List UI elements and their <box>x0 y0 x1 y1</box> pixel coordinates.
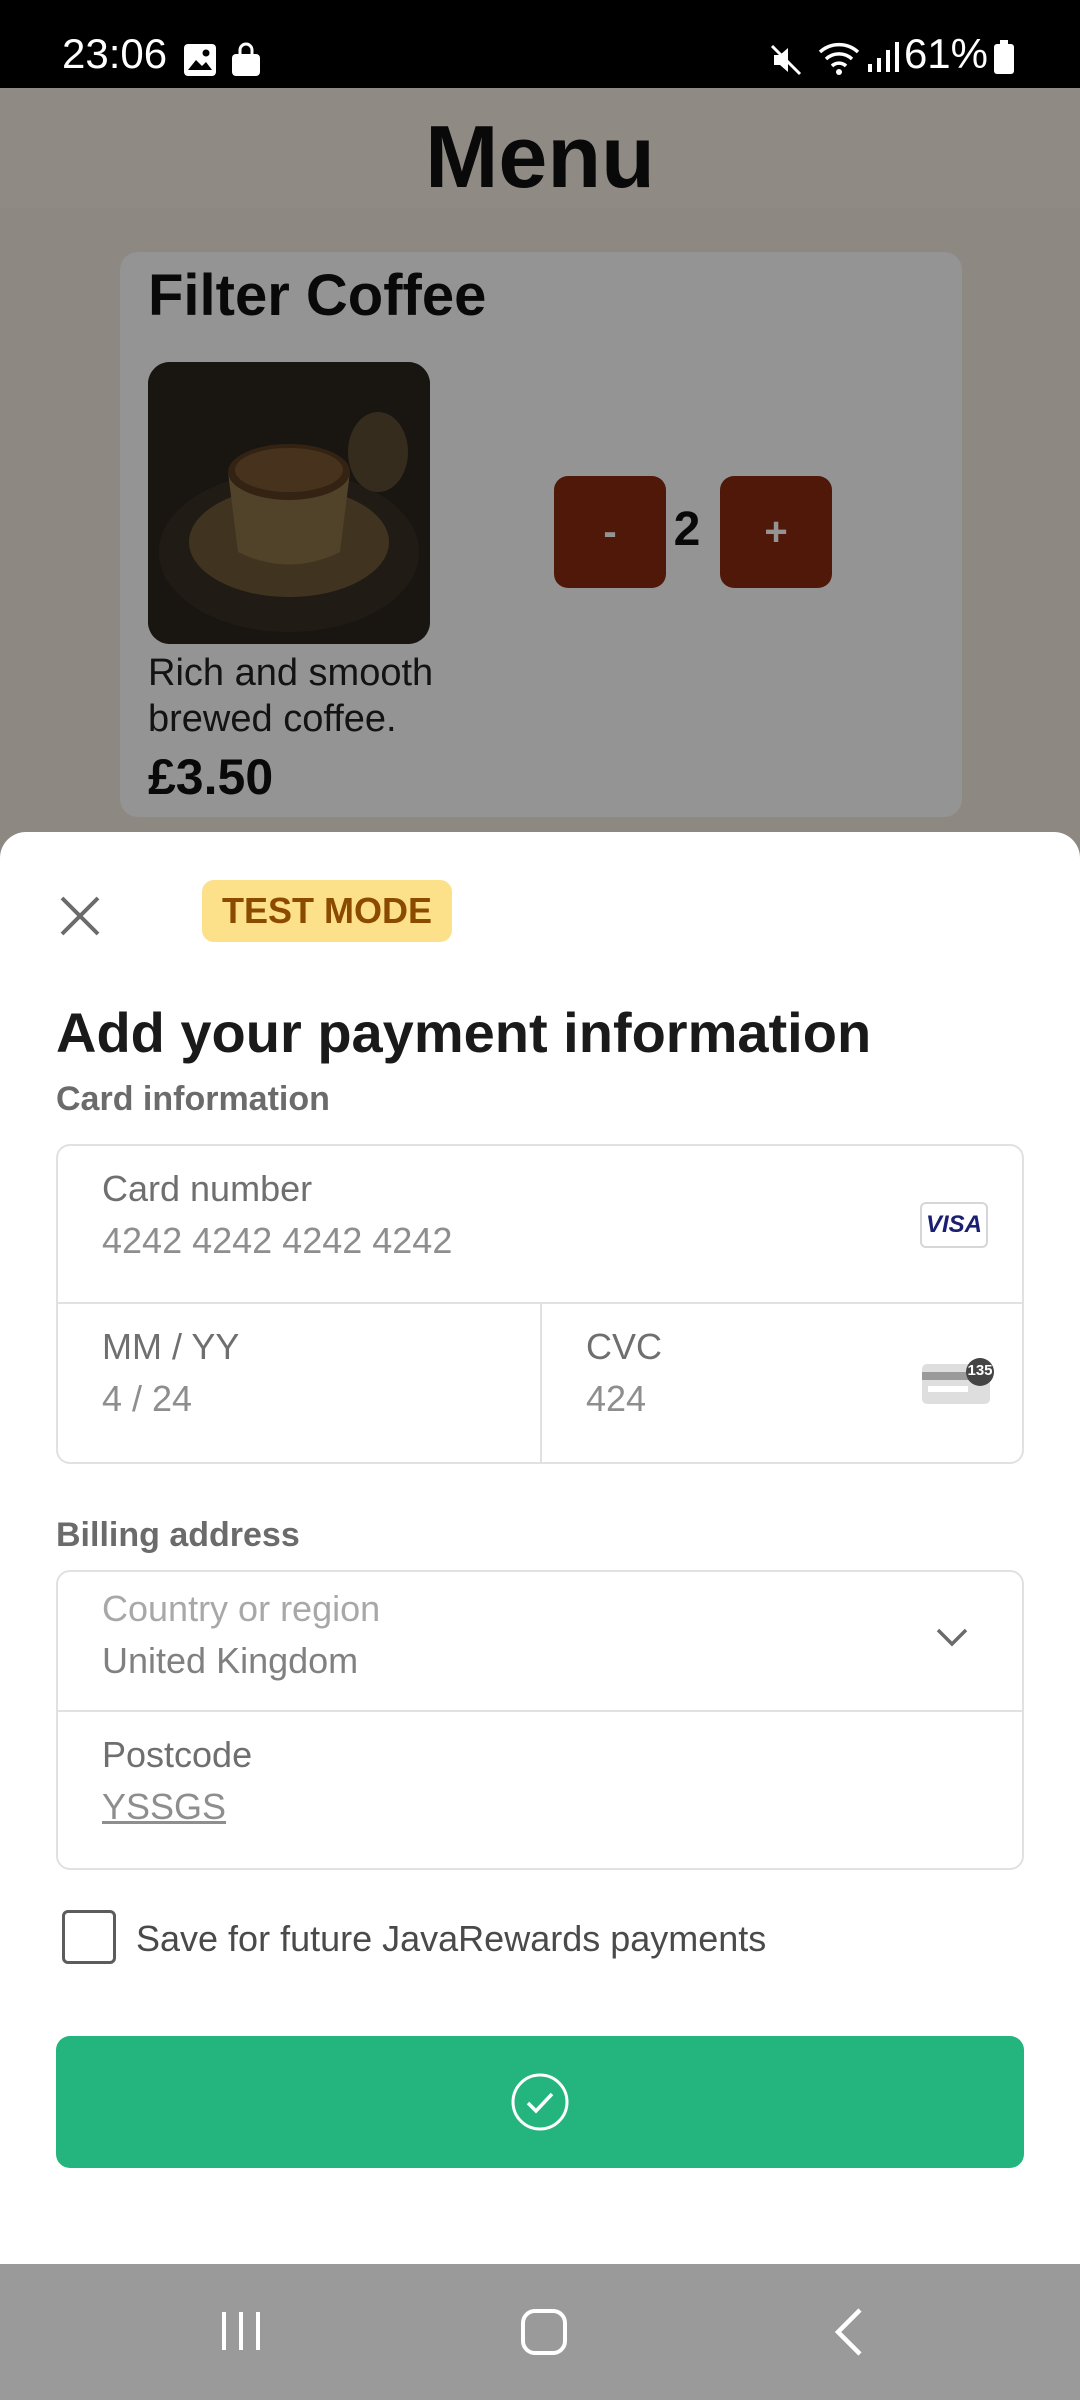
check-circle-icon <box>511 2073 569 2131</box>
save-payment-checkbox[interactable] <box>62 1910 116 1964</box>
cvc-value: 424 <box>586 1378 647 1419</box>
confirm-payment-button[interactable] <box>56 2036 1024 2168</box>
country-select[interactable]: Country or region United Kingdom <box>58 1572 1022 1710</box>
billing-address-group: Country or region United Kingdom Postcod… <box>56 1570 1024 1870</box>
bag-icon <box>228 42 264 83</box>
country-label: Country or region <box>102 1588 381 1629</box>
visa-icon: VISA <box>920 1202 988 1248</box>
status-time: 23:06 <box>62 30 168 77</box>
postcode-value: YSSGS <box>102 1786 227 1827</box>
signal-icon <box>866 40 900 79</box>
back-icon[interactable] <box>826 2306 876 2363</box>
card-number-field[interactable]: Card number 4242 4242 4242 4242 VISA <box>58 1146 1022 1302</box>
test-mode-badge: TEST MODE <box>202 880 453 942</box>
home-icon[interactable] <box>518 2306 570 2363</box>
close-icon <box>60 896 100 936</box>
close-button[interactable] <box>52 888 108 944</box>
chevron-down-icon <box>934 1626 970 1655</box>
cvc-card-icon-text: 135 <box>967 1362 993 1379</box>
gallery-icon <box>182 42 218 83</box>
card-number-value: 4242 4242 4242 4242 <box>102 1220 453 1261</box>
wifi-icon <box>818 38 860 83</box>
expiry-field[interactable]: MM / YY 4 / 24 <box>58 1304 540 1462</box>
postcode-field[interactable]: Postcode YSSGS <box>58 1712 1022 1870</box>
mute-icon <box>768 42 804 83</box>
cvc-label: CVC <box>586 1326 663 1367</box>
postcode-label: Postcode <box>102 1734 253 1775</box>
sheet-title: Add your payment information <box>56 1001 872 1064</box>
card-information-group: Card number 4242 4242 4242 4242 VISA MM … <box>56 1144 1024 1464</box>
save-payment-label[interactable]: Save for future JavaRewards payments <box>136 1918 766 1960</box>
battery-level: 61% <box>903 30 988 77</box>
status-bar: 23:06 61% <box>0 0 1080 88</box>
country-value: United Kingdom <box>102 1640 359 1681</box>
card-section-label: Card information <box>56 1080 330 1118</box>
cvc-field[interactable]: CVC 424 135 <box>542 1304 1024 1462</box>
recent-apps-icon[interactable] <box>216 2306 266 2361</box>
expiry-value: 4 / 24 <box>102 1378 193 1419</box>
expiry-label: MM / YY <box>102 1326 240 1367</box>
battery-icon <box>992 40 1016 81</box>
cvc-card-icon: 135 <box>922 1358 994 1406</box>
navigation-bar <box>0 2264 1080 2400</box>
card-number-label: Card number <box>102 1168 313 1209</box>
billing-section-label: Billing address <box>56 1516 300 1554</box>
payment-sheet: TEST MODE Add your payment information C… <box>0 832 1080 2264</box>
